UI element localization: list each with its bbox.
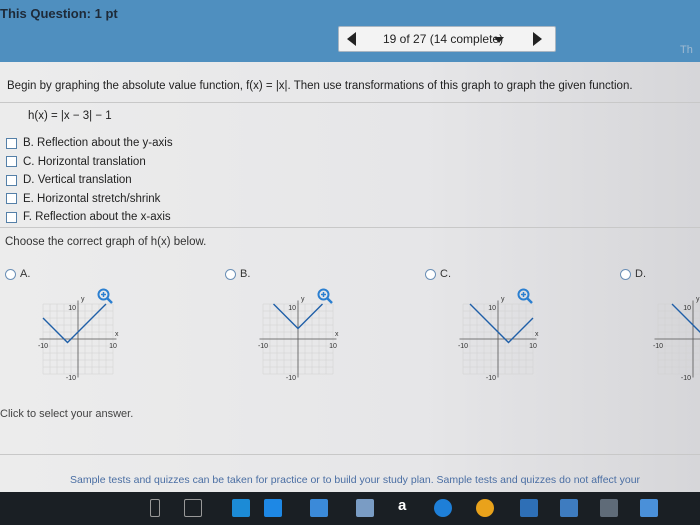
- chevron-down-icon[interactable]: [494, 37, 504, 43]
- choice-label: A.: [20, 268, 31, 280]
- choice-label: B.: [240, 268, 251, 280]
- header-right-label: Th: [680, 44, 693, 56]
- question-navigator[interactable]: 19 of 27 (14 complete): [338, 26, 556, 52]
- question-title: This Question: 1 pt: [0, 6, 118, 21]
- option-checkbox[interactable]: [6, 174, 17, 186]
- option-label: E. Horizontal stretch/shrink: [23, 192, 161, 205]
- option-label: D. Vertical translation: [23, 174, 132, 187]
- question-content: Begin by graphing the absolute value fun…: [0, 62, 700, 492]
- amazon-icon[interactable]: a: [398, 497, 406, 514]
- app-icon[interactable]: [356, 499, 374, 517]
- option-checkbox[interactable]: [6, 156, 17, 168]
- question-position[interactable]: 19 of 27 (14 complete): [383, 32, 503, 46]
- photos-icon[interactable]: [520, 499, 538, 517]
- choice-radio-row[interactable]: B.: [225, 268, 250, 280]
- selection-hint: Click to select your answer.: [0, 408, 134, 420]
- axis-label-x-left: -10: [458, 343, 468, 350]
- axis-label-x: x: [535, 331, 539, 338]
- option-checkbox[interactable]: [6, 193, 17, 205]
- graph-prompt: Choose the correct graph of h(x) below.: [5, 236, 207, 248]
- taskbar: a: [0, 492, 700, 525]
- transformation-options: B. Reflection about the y-axis C. Horizo…: [6, 134, 173, 227]
- zoom-handle: [326, 297, 333, 304]
- question-header: This Question: 1 pt 19 of 27 (14 complet…: [0, 0, 700, 62]
- choice-label: C.: [440, 268, 451, 280]
- axis-label-y-bottom: -10: [486, 375, 496, 382]
- choice-label: D.: [635, 268, 646, 280]
- graph-choice[interactable]: A. y 10 x -10 10 -10: [5, 268, 119, 382]
- option-item[interactable]: D. Vertical translation: [6, 171, 173, 190]
- store-icon[interactable]: [310, 499, 328, 517]
- settings-icon[interactable]: [600, 499, 618, 517]
- axis-label-y-top: 10: [683, 305, 691, 312]
- choice-graph: y10x-1010-10: [653, 296, 700, 382]
- graph-choice[interactable]: B. y 10 x -10 10 -10: [225, 268, 339, 382]
- function-graph-line: [469, 303, 534, 344]
- axis-label-y: y: [501, 296, 505, 303]
- choice-radio[interactable]: [5, 268, 16, 280]
- app-icon[interactable]: [640, 499, 658, 517]
- option-label: F. Reflection about the x-axis: [23, 211, 171, 224]
- given-function: h(x) = |x − 3| − 1: [28, 110, 112, 122]
- next-question-button[interactable]: [533, 32, 542, 46]
- choice-radio-row[interactable]: C.: [425, 268, 451, 280]
- option-checkbox[interactable]: [6, 137, 17, 149]
- axis-label-y-bottom: -10: [66, 375, 76, 382]
- media-icon[interactable]: [232, 499, 250, 517]
- zoom-icon[interactable]: [317, 288, 333, 304]
- choice-radio-row[interactable]: D.: [620, 268, 646, 280]
- graph-choice[interactable]: C. y 10 x -10 10 -10: [425, 268, 539, 382]
- option-item[interactable]: F. Reflection about the x-axis: [6, 208, 173, 227]
- edge-browser-icon[interactable]: [434, 499, 452, 517]
- zoom-handle: [106, 297, 113, 304]
- zoom-icon[interactable]: [97, 288, 113, 304]
- divider: [0, 454, 700, 455]
- axis-label-y-top: 10: [488, 305, 496, 312]
- axis-label-y: y: [301, 296, 305, 303]
- axis-label-x-left: -10: [38, 343, 48, 350]
- axis-label-y-top: 10: [68, 305, 76, 312]
- zoom-icon[interactable]: [517, 288, 533, 304]
- graph-choice[interactable]: D.y10x-1010-10: [620, 268, 700, 382]
- zoom-handle: [526, 297, 533, 304]
- axis-label-y-bottom: -10: [286, 375, 296, 382]
- divider: [0, 102, 700, 103]
- option-checkbox[interactable]: [6, 211, 17, 223]
- previous-question-button[interactable]: [347, 32, 356, 46]
- axis-label-x-right: 10: [109, 343, 117, 350]
- axis-label-x-right: 10: [329, 343, 337, 350]
- option-item[interactable]: C. Horizontal translation: [6, 153, 173, 172]
- task-view-icon[interactable]: [184, 499, 202, 517]
- choice-radio[interactable]: [620, 268, 631, 280]
- choice-radio[interactable]: [225, 268, 236, 280]
- axis-label-x: x: [335, 331, 339, 338]
- divider: [0, 227, 700, 228]
- question-instruction: Begin by graphing the absolute value fun…: [7, 80, 633, 92]
- mail-icon[interactable]: [560, 499, 578, 517]
- axis-label-y-bottom: -10: [681, 375, 691, 382]
- choice-radio-row[interactable]: A.: [5, 268, 30, 280]
- option-label: B. Reflection about the y-axis: [23, 137, 173, 150]
- axis-label-y-top: 10: [288, 305, 296, 312]
- option-item[interactable]: E. Horizontal stretch/shrink: [6, 190, 173, 209]
- axis-label-y: y: [696, 296, 700, 303]
- file-icon[interactable]: [150, 499, 160, 517]
- axis-label-x: x: [115, 331, 119, 338]
- folder-icon[interactable]: [264, 499, 282, 517]
- axis-label-x-left: -10: [258, 343, 268, 350]
- axis-label-x-left: -10: [653, 343, 663, 350]
- option-item[interactable]: B. Reflection about the y-axis: [6, 134, 173, 153]
- axis-label-x-right: 10: [529, 343, 537, 350]
- chrome-icon[interactable]: [476, 499, 494, 517]
- choice-radio[interactable]: [425, 268, 436, 280]
- option-label: C. Horizontal translation: [23, 155, 146, 168]
- axis-label-y: y: [81, 296, 85, 303]
- footer-note: Sample tests and quizzes can be taken fo…: [70, 474, 641, 486]
